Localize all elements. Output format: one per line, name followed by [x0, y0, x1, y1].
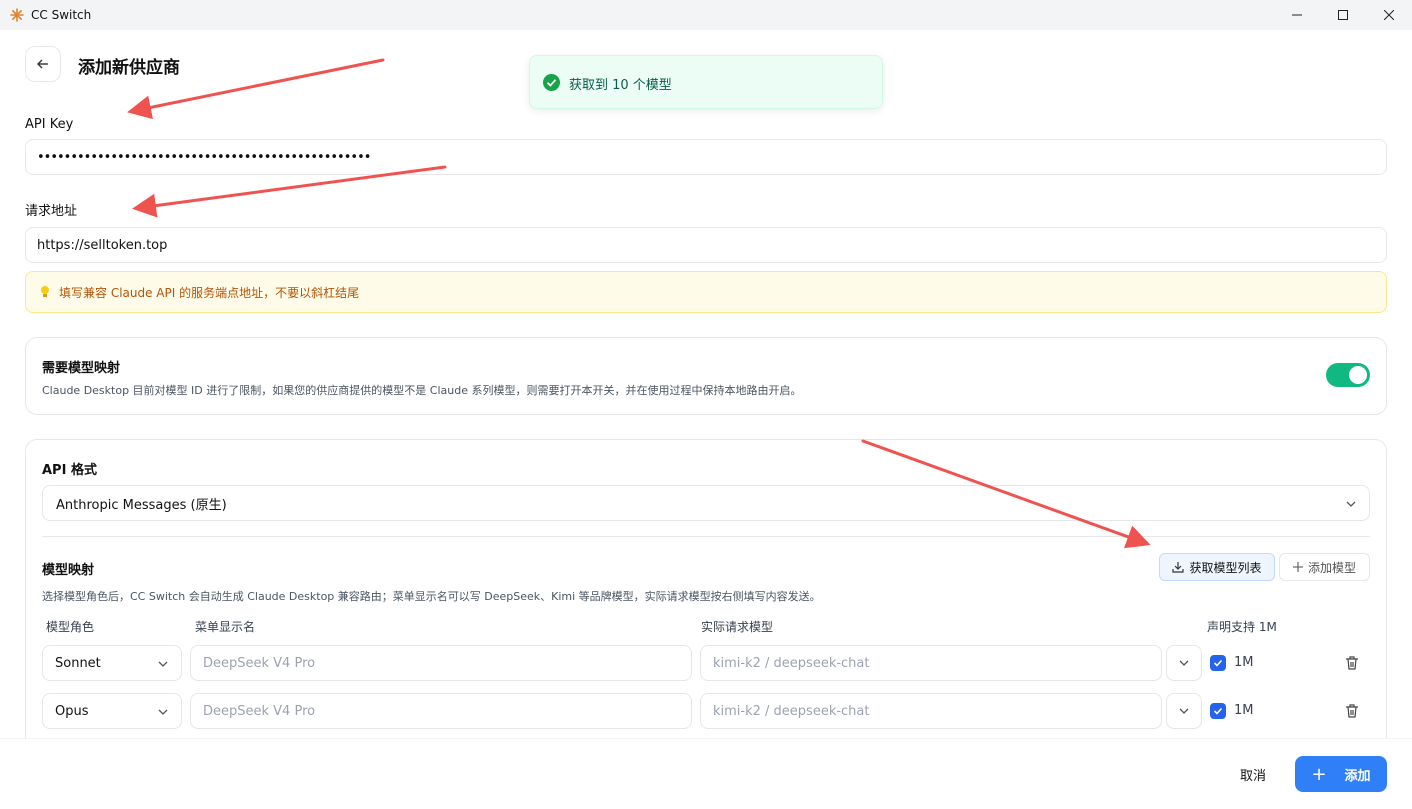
plus-icon [1292, 562, 1303, 572]
support-1m-checkbox[interactable] [1210, 703, 1226, 719]
footer-bar [0, 738, 1412, 809]
role-select[interactable]: Sonnet [42, 645, 182, 681]
model-mapping-toggle-description: Claude Desktop 目前对模型 ID 进行了限制，如果您的供应商提供的… [42, 384, 802, 397]
display-name-placeholder: DeepSeek V4 Pro [203, 703, 316, 719]
display-name-placeholder: DeepSeek V4 Pro [203, 655, 316, 671]
api-format-label: API 格式 [42, 463, 97, 478]
support-1m-checkbox[interactable] [1210, 655, 1226, 671]
endpoint-hint: 填写兼容 Claude API 的服务端点地址，不要以斜杠结尾 [25, 271, 1387, 313]
model-mapping-switch[interactable] [1326, 363, 1370, 387]
chevron-down-icon [1179, 660, 1189, 666]
window-title: CC Switch [31, 8, 92, 22]
check-icon [1213, 707, 1223, 715]
toast-message: 获取到 10 个模型 [569, 78, 672, 93]
actual-model-placeholder: kimi-k2 / deepseek-chat [713, 703, 870, 719]
role-select[interactable]: Opus [42, 693, 182, 729]
add-model-label: 添加模型 [1307, 560, 1356, 575]
title-bar: CC Switch [0, 0, 1412, 30]
add-button[interactable]: + 添加 [1295, 756, 1387, 792]
maximize-icon [1338, 10, 1348, 20]
fetch-models-button[interactable]: 获取模型列表 [1159, 553, 1275, 581]
cancel-button[interactable]: 取消 [1222, 757, 1284, 791]
plus-icon: + [1311, 763, 1327, 785]
column-role: 模型角色 [46, 620, 95, 634]
model-mapping-description: 选择模型角色后，CC Switch 会自动生成 Claude Desktop 兼… [42, 590, 821, 603]
minimize-button[interactable] [1274, 0, 1320, 30]
endpoint-hint-text: 填写兼容 Claude API 的服务端点地址，不要以斜杠结尾 [59, 285, 360, 300]
chevron-down-icon [1179, 708, 1189, 714]
trash-icon[interactable] [1344, 655, 1360, 671]
actual-model-input[interactable]: kimi-k2 / deepseek-chat [700, 645, 1162, 681]
api-key-label: API Key [25, 117, 74, 132]
column-actual-model: 实际请求模型 [701, 620, 774, 634]
support-1m-label: 1M [1234, 703, 1254, 718]
model-mapping-title: 模型映射 [42, 563, 95, 578]
api-format-value: Anthropic Messages (原生) [56, 497, 227, 513]
chevron-down-icon [158, 709, 168, 715]
maximize-button[interactable] [1320, 0, 1366, 30]
role-value: Opus [55, 703, 89, 719]
arrow-left-icon [37, 59, 48, 69]
actual-model-input[interactable]: kimi-k2 / deepseek-chat [700, 693, 1162, 729]
chevron-down-icon [1346, 501, 1356, 507]
check-circle-icon [543, 74, 560, 91]
page-title: 添加新供应商 [78, 58, 180, 78]
back-button[interactable] [25, 46, 61, 82]
lightbulb-icon [41, 286, 49, 297]
close-button[interactable] [1366, 0, 1412, 30]
model-mapping-toggle-title: 需要模型映射 [42, 361, 121, 376]
fetch-models-label: 获取模型列表 [1189, 560, 1262, 575]
display-name-input[interactable]: DeepSeek V4 Pro [190, 645, 692, 681]
role-value: Sonnet [55, 655, 101, 671]
column-display-name: 菜单显示名 [195, 620, 256, 634]
model-dropdown-button[interactable] [1166, 693, 1202, 729]
add-button-label: 添加 [1344, 768, 1371, 784]
add-model-button[interactable]: 添加模型 [1279, 553, 1370, 581]
divider [42, 536, 1370, 537]
app-logo-icon [10, 8, 24, 22]
display-name-input[interactable]: DeepSeek V4 Pro [190, 693, 692, 729]
support-1m-label: 1M [1234, 655, 1254, 670]
actual-model-placeholder: kimi-k2 / deepseek-chat [713, 655, 870, 671]
chevron-down-icon [158, 661, 168, 667]
download-icon [1172, 562, 1185, 573]
trash-icon[interactable] [1344, 703, 1360, 719]
minimize-icon [1292, 14, 1302, 16]
endpoint-input[interactable]: https://selltoken.top [25, 227, 1387, 263]
success-toast: 获取到 10 个模型 [529, 55, 883, 109]
model-dropdown-button[interactable] [1166, 645, 1202, 681]
endpoint-label: 请求地址 [25, 204, 78, 219]
model-mapping-toggle-card: 需要模型映射 Claude Desktop 目前对模型 ID 进行了限制，如果您… [25, 337, 1387, 415]
check-icon [1213, 659, 1223, 667]
close-icon [1384, 10, 1394, 20]
api-format-card: API 格式 Anthropic Messages (原生) 模型映射 获取模型… [25, 439, 1387, 769]
api-key-input[interactable]: ••••••••••••••••••••••••••••••••••••••••… [25, 139, 1387, 175]
api-format-select[interactable]: Anthropic Messages (原生) [42, 485, 1370, 521]
switch-knob [1349, 366, 1367, 384]
column-support-1m: 声明支持 1M [1207, 620, 1277, 634]
